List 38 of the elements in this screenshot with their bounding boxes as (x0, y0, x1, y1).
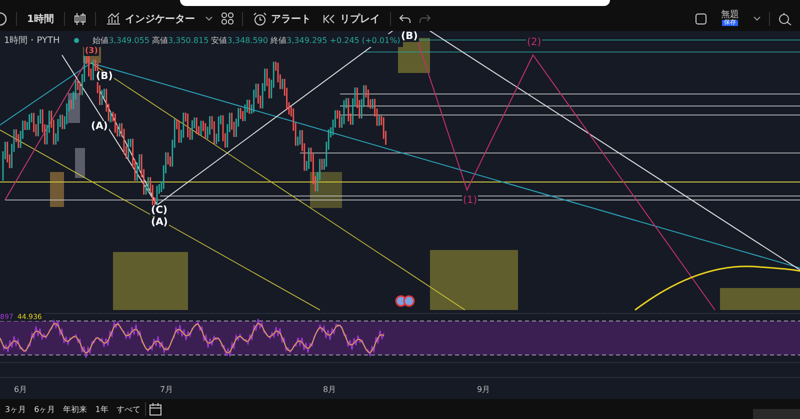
chevron-down-icon[interactable] (204, 16, 213, 22)
alert-button[interactable]: アラート (250, 12, 313, 26)
wave-label: (2) (526, 37, 542, 48)
wave-label: (B) (400, 31, 419, 42)
replay-button[interactable]: リプレイ (320, 12, 382, 26)
corner-panel (753, 409, 800, 419)
time-label: 6月 (14, 384, 28, 395)
redo-icon[interactable] (418, 14, 431, 24)
candlestick-icon[interactable] (72, 12, 87, 26)
symbol-label: 1時間・PYTH (4, 34, 60, 47)
time-label: 7月 (160, 384, 174, 395)
wave-label: (1) (462, 195, 478, 206)
indicators-button[interactable]: インジケーター (104, 12, 197, 26)
time-label: 9月 (477, 384, 490, 395)
square-icon[interactable] (695, 12, 707, 24)
status-dot-icon (74, 38, 79, 43)
calendar-icon[interactable] (148, 402, 162, 416)
event-icon[interactable] (395, 295, 415, 307)
range-button[interactable]: 年初来 (60, 404, 90, 414)
time-label: 8月 (323, 384, 336, 395)
ohlc-values: 始値3,349.055 高値3,350.815 安値3,348.590 終値3,349.295 +0.245 (+0.01%) (92, 35, 400, 46)
rewind-icon (322, 14, 336, 24)
range-button[interactable]: 1年 (92, 404, 112, 414)
wave-label: (A) (90, 121, 109, 132)
chart-icon (106, 12, 121, 25)
wave-label: (B) (95, 71, 114, 82)
range-button[interactable]: すべて (113, 404, 144, 414)
interval-button[interactable]: 1時間 (25, 12, 56, 26)
chevron-down-icon[interactable] (753, 16, 761, 22)
undo-icon[interactable] (398, 14, 411, 24)
wave-label: (C) (150, 205, 168, 216)
wave-label: (3) (84, 45, 99, 56)
grid-icon[interactable] (220, 12, 234, 25)
wave-label: (A) (150, 217, 169, 228)
range-button[interactable]: 3ヶ月 (2, 404, 30, 414)
search-icon[interactable] (778, 12, 792, 26)
range-button[interactable]: 6ヶ月 (31, 404, 58, 414)
alarm-clock-icon (252, 12, 267, 26)
